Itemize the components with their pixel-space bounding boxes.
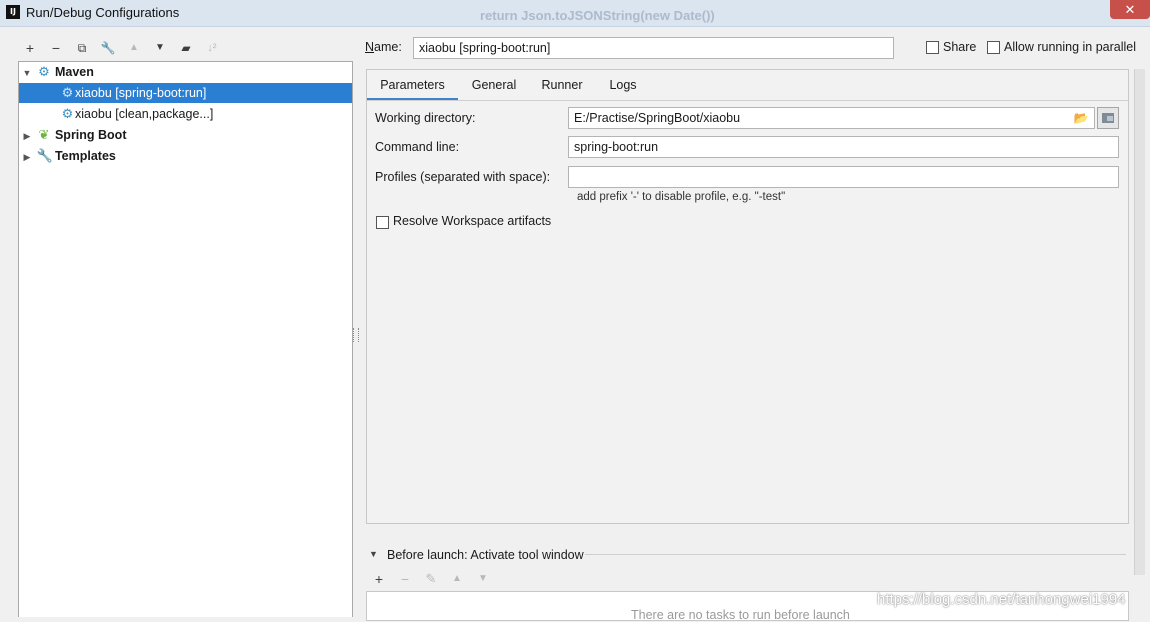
before-launch-label: Before launch: Activate tool window (387, 548, 584, 562)
remove-configuration-button[interactable]: − (47, 40, 65, 56)
name-label: Name: (365, 40, 402, 54)
tree-group-label: Spring Boot (54, 128, 127, 142)
intellij-app-icon: IJ (6, 5, 20, 19)
spring-boot-icon: ❦ (38, 127, 50, 142)
chevron-down-icon[interactable]: ▼ (21, 63, 33, 83)
move-down-button[interactable]: ▼ (151, 40, 169, 56)
browse-module-button[interactable] (1097, 107, 1119, 129)
tree-item-label: xiaobu [clean,package...] (75, 107, 214, 121)
tab-general[interactable]: General (463, 76, 525, 100)
working-directory-label: Working directory: (375, 111, 476, 125)
add-configuration-button[interactable]: + (21, 40, 39, 56)
profiles-hint: add prefix '-' to disable profile, e.g. … (577, 191, 786, 203)
background-code-snippet: return Json.toJSONString(new Date()) (480, 8, 715, 23)
before-launch-empty-text: There are no tasks to run before launch (631, 608, 850, 622)
resolve-workspace-checkbox[interactable] (376, 216, 389, 229)
before-launch-separator (585, 554, 1126, 555)
move-up-button[interactable]: ▲ (125, 40, 143, 56)
allow-parallel-checkbox[interactable] (987, 41, 1000, 54)
maven-gear-icon: ⚙ (61, 106, 74, 121)
maven-gear-icon: ⚙ (38, 64, 50, 79)
window-title: Run/Debug Configurations (26, 5, 180, 20)
tree-item-xiaobu-clean-package[interactable]: ⚙ xiaobu [clean,package...] (60, 104, 350, 124)
command-line-input[interactable]: spring-boot:run (568, 136, 1119, 158)
move-task-up-button[interactable]: ▲ (449, 571, 465, 587)
vertical-scrollbar[interactable] (1134, 69, 1145, 575)
collapse-arrow-icon[interactable]: ▼ (369, 549, 378, 559)
tab-runner[interactable]: Runner (532, 76, 592, 100)
share-label: Share (943, 40, 977, 54)
chevron-right-icon[interactable]: ▶ (21, 147, 33, 167)
edit-defaults-wrench-icon[interactable]: 🔧 (99, 40, 117, 56)
tabs-separator (367, 100, 1128, 101)
close-button[interactable]: ✕ (1110, 0, 1150, 19)
remove-task-button[interactable]: − (397, 571, 413, 587)
tree-group-templates[interactable]: ▶ 🔧 Templates (21, 146, 351, 166)
profiles-input[interactable] (568, 166, 1119, 188)
resolve-workspace-label: Resolve Workspace artifacts (393, 214, 552, 228)
wrench-icon: 🔧 (36, 148, 53, 163)
tree-group-label: Maven (54, 65, 94, 79)
add-task-button[interactable]: + (371, 571, 387, 587)
maven-gear-icon: ⚙ (61, 85, 74, 100)
name-input[interactable]: xiaobu [spring-boot:run] (413, 37, 894, 59)
module-icon (1102, 113, 1114, 123)
tree-group-maven[interactable]: ▼ ⚙ Maven (21, 62, 351, 82)
tree-group-spring-boot[interactable]: ▶ ❦ Spring Boot (21, 125, 351, 145)
folder-icon[interactable]: 📂 (1073, 111, 1089, 125)
chevron-right-icon[interactable]: ▶ (21, 126, 33, 146)
watermark: https://blog.csdn.net/tanhongwei1994 (877, 591, 1126, 608)
sort-icon[interactable]: ↓² (203, 40, 221, 56)
profiles-label: Profiles (separated with space): (375, 170, 551, 184)
new-folder-icon[interactable]: ▰ (177, 40, 195, 56)
share-checkbox[interactable] (926, 41, 939, 54)
configuration-tree[interactable]: ▼ ⚙ Maven ⚙ xiaobu [spring-boot:run] ⚙ xia… (18, 61, 353, 617)
command-line-label: Command line: (375, 140, 460, 154)
copy-configuration-button[interactable]: ⧉ (73, 40, 91, 56)
working-directory-input[interactable]: E:/Practise/SpringBoot/xiaobu (568, 107, 1095, 129)
edit-task-pencil-icon[interactable]: ✎ (423, 571, 439, 587)
tab-logs[interactable]: Logs (600, 76, 646, 100)
tab-parameters[interactable]: Parameters (367, 76, 458, 100)
tree-item-xiaobu-spring-boot-run[interactable]: ⚙ xiaobu [spring-boot:run] (19, 83, 352, 103)
tree-group-label: Templates (54, 149, 116, 163)
allow-parallel-label: Allow running in parallel (1004, 40, 1137, 54)
splitter-handle[interactable] (353, 328, 359, 342)
tree-item-label: xiaobu [spring-boot:run] (75, 86, 207, 100)
move-task-down-button[interactable]: ▼ (475, 571, 491, 587)
